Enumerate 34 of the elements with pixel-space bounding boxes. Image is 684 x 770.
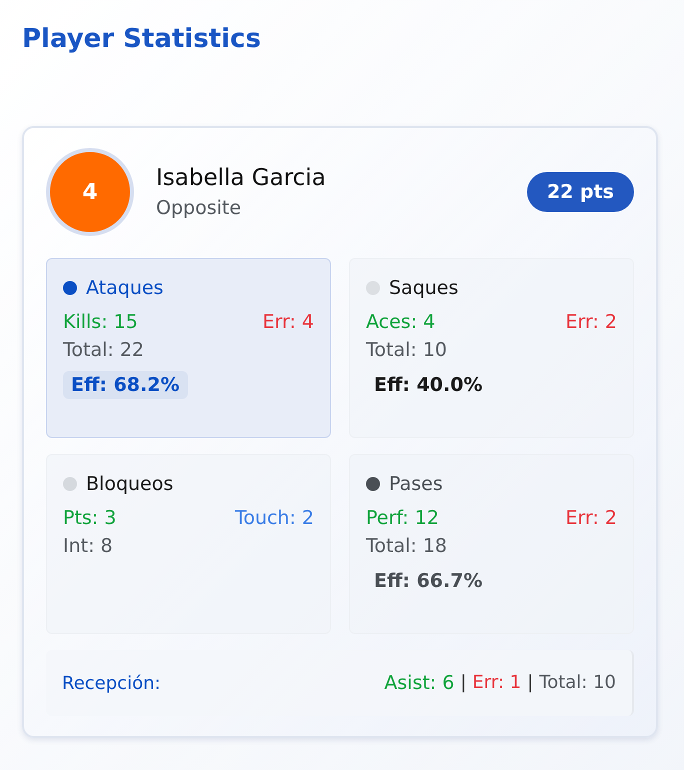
stat-value: Kills: 15 [63, 311, 138, 333]
efficiency-value: Eff: 68.2% [63, 371, 188, 399]
stat-total: Total: 10 [366, 339, 448, 361]
panel-title: Saques [389, 277, 458, 299]
points-badge: 22 pts [526, 172, 634, 212]
stat-total: Total: 18 [366, 535, 448, 557]
stat-total: Int: 8 [63, 535, 114, 557]
reception-label: Recepción: [62, 672, 161, 694]
page-title: Player Statistics [22, 24, 262, 54]
stat-panel[interactable]: Saques Aces: 4 Err: 2 Total: 10 Eff: 40.0% [349, 258, 634, 438]
stat-value: Touch: 2 [234, 507, 314, 529]
panel-title: Ataques [86, 277, 164, 299]
stat-value: Aces: 4 [366, 311, 436, 333]
panel-title: Bloqueos [86, 473, 174, 495]
stat-value: Err: 2 [566, 311, 617, 333]
stat-value: Err: 4 [262, 311, 314, 333]
separator: | [527, 672, 534, 694]
player-name: Isabella Garcia [156, 165, 327, 191]
stat-total: Total: 22 [63, 339, 145, 361]
panel-title: Pases [389, 473, 443, 495]
reception-value: Err: 1 [472, 672, 522, 694]
stat-panel[interactable]: Bloqueos Pts: 3 Touch: 2 Int: 8 [46, 454, 331, 634]
stat-value: Perf: 12 [366, 507, 439, 529]
stat-value: Err: 2 [566, 507, 617, 529]
stat-panel[interactable]: Pases Perf: 12 Err: 2 Total: 18 Eff: 66.7% [349, 454, 634, 634]
efficiency-value: Eff: 66.7% [373, 569, 484, 594]
efficiency-value: Eff: 40.0% [373, 373, 484, 398]
jersey-number: 4 [46, 148, 134, 236]
stat-panel[interactable]: Ataques Kills: 15 Err: 4 Total: 22 Eff: 68.2% [46, 258, 331, 438]
reception-value: Asist: 6 [384, 672, 454, 694]
player-position: Opposite [156, 197, 242, 219]
separator: | [460, 672, 466, 694]
stat-value: Pts: 3 [63, 507, 116, 529]
reception-value: Total: 10 [539, 672, 616, 694]
